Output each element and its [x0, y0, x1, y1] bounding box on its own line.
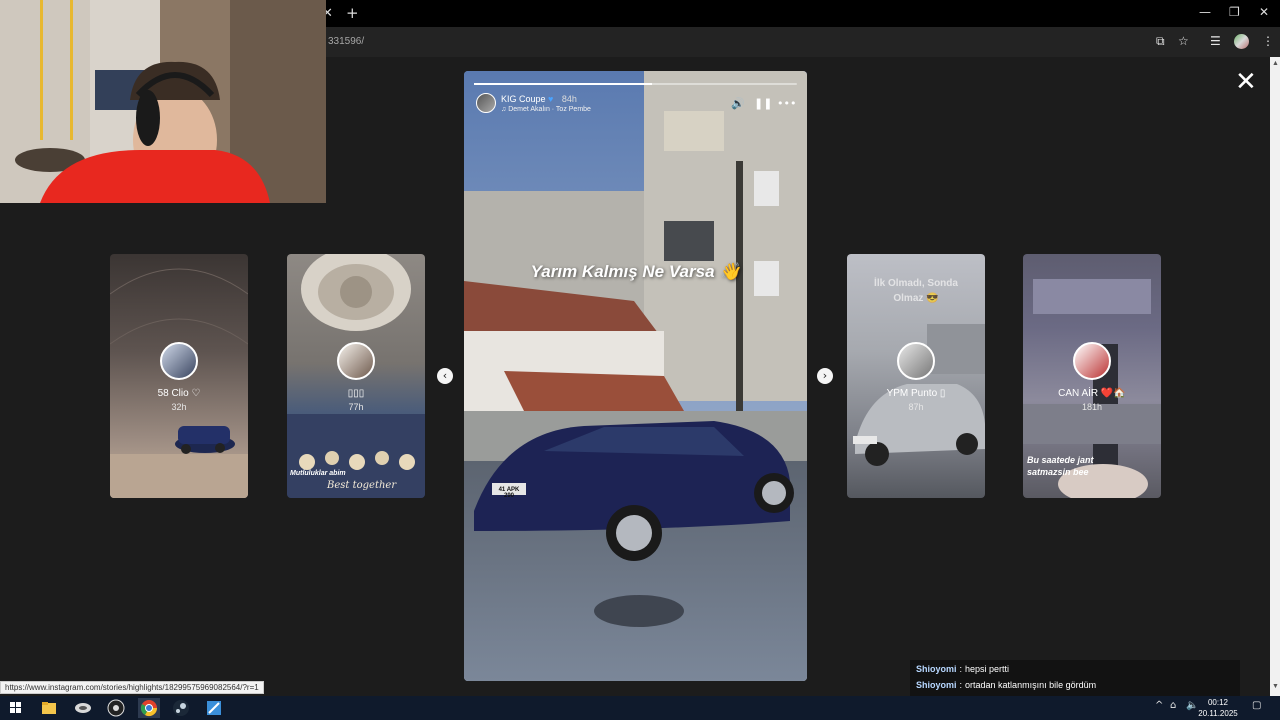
story-music-label: Demet Akalın · Toz Pembe	[508, 106, 591, 113]
stream-chat: Shioyomi: hepsi pertti Shioyomi: ortadan k…	[910, 660, 1240, 696]
steam-icon[interactable]	[170, 698, 192, 718]
previous-story-button[interactable]: ‹	[437, 368, 453, 384]
chat-username: Shioyomi	[916, 664, 957, 674]
obs-icon[interactable]	[105, 698, 127, 718]
new-tab-icon[interactable]: +	[346, 4, 359, 22]
story-music[interactable]: ♫ Demet Akalın · Toz Pembe	[501, 106, 591, 113]
story-card-name: 58 Clio ♡	[157, 388, 201, 399]
story-card-time: 77h	[348, 402, 364, 412]
pause-icon[interactable]: ❚❚	[754, 97, 772, 110]
story-progress-bar	[474, 83, 797, 85]
next-story-button[interactable]: ›	[817, 368, 833, 384]
story-overlay-text: Mutluluklar abim	[290, 470, 346, 477]
verified-heart-icon: ♥	[548, 94, 554, 104]
story-card-time: 87h	[908, 402, 924, 412]
story-overlay-text: İlk Olmadı, Sonda Olmaz 😎	[874, 278, 958, 304]
story-card-name: ▯▯▯	[347, 388, 365, 399]
window-close-icon[interactable]: ✕	[1259, 5, 1269, 19]
more-menu-icon[interactable]: ⋮	[1262, 34, 1274, 48]
avatar	[337, 342, 375, 380]
volume-icon[interactable]: 🔊	[731, 97, 745, 110]
story-overlay-text: Bu saatede jant satmazsin bee	[1027, 455, 1094, 477]
chat-text: hepsi pertti	[965, 664, 1010, 674]
restore-icon[interactable]: ❐	[1229, 5, 1240, 19]
bookmark-star-icon[interactable]: ☆	[1178, 34, 1189, 48]
story-username[interactable]: KIG Coupe	[501, 94, 546, 104]
story-card-58-clio[interactable]: 58 Clio ♡ 32h	[110, 254, 248, 498]
story-card-name: CAN AİR ❤️🏠	[1058, 388, 1126, 399]
street-car-image	[464, 71, 807, 681]
tray-overflow-icon[interactable]: ^	[1155, 700, 1163, 711]
story-header: KIG Coupe ♥ 84h	[501, 94, 577, 104]
media-control-icon[interactable]: ☰	[1210, 34, 1221, 48]
story-caption: Yarım Kalmış Ne Varsa 👋	[530, 262, 741, 281]
file-explorer-icon[interactable]	[38, 698, 60, 718]
chat-separator: :	[959, 680, 963, 690]
main-story[interactable]: KIG Coupe ♥ 84h ♫ Demet Akalın · Toz Pem…	[464, 71, 807, 681]
more-options-icon[interactable]: •••	[777, 97, 796, 110]
chevron-left-icon: ‹	[442, 369, 448, 382]
chat-username: Shioyomi	[916, 680, 957, 690]
story-time: 84h	[561, 94, 577, 104]
story-card-ypm-punto[interactable]: İlk Olmadı, Sonda Olmaz 😎 YPM Punto ▯ 87…	[847, 254, 985, 498]
story-card-time: 32h	[171, 402, 187, 412]
url-text[interactable]: 331596/	[328, 36, 364, 47]
network-icon[interactable]: ⌂	[1170, 700, 1176, 711]
paint-app-icon[interactable]	[203, 698, 225, 718]
story-card-2[interactable]: ▯▯▯ 77h Mutluluklar abim Best together	[287, 254, 425, 498]
minimize-icon[interactable]: —	[1199, 5, 1211, 19]
chrome-icon[interactable]	[138, 698, 160, 718]
scroll-up-icon[interactable]: ▲	[1272, 60, 1279, 67]
clock-date: 20.11.2025	[1198, 709, 1238, 718]
chat-separator: :	[959, 664, 963, 674]
profile-avatar[interactable]	[1234, 34, 1249, 49]
scrollbar[interactable]	[1270, 57, 1280, 696]
app-icon[interactable]	[72, 698, 94, 718]
windows-taskbar: ^ ⌂ 🔈 00:12 20.11.2025 ▢	[0, 696, 1280, 720]
story-progress-fill	[474, 83, 652, 85]
avatar[interactable]	[476, 93, 496, 113]
story-overlay-script: Best together	[327, 480, 397, 491]
close-story-icon[interactable]: ✕	[1235, 69, 1257, 95]
avatar	[897, 342, 935, 380]
story-card-name: YPM Punto ▯	[886, 388, 946, 399]
notifications-icon[interactable]: ▢	[1252, 700, 1261, 711]
story-card-can-air[interactable]: CAN AİR ❤️🏠 181h Bu saatede jant satmazs…	[1023, 254, 1161, 498]
chat-text: ortadan katlanmışını bile gördüm	[965, 680, 1097, 690]
chat-message: Shioyomi: hepsi pertti	[916, 664, 1009, 674]
scroll-down-icon[interactable]: ▼	[1272, 683, 1279, 690]
install-app-icon[interactable]: ⧉	[1156, 34, 1165, 49]
clock-time: 00:12	[1207, 698, 1229, 707]
speaker-icon[interactable]: 🔈	[1186, 700, 1198, 711]
taskbar-clock[interactable]: 00:12 20.11.2025	[1198, 697, 1238, 719]
streamer-webcam-image	[0, 0, 326, 203]
link-status-bar: https://www.instagram.com/stories/highli…	[0, 681, 264, 694]
story-card-time: 181h	[1081, 402, 1103, 412]
chevron-right-icon: ›	[822, 369, 828, 382]
license-plate: 41 APK 290	[498, 487, 520, 499]
avatar	[160, 342, 198, 380]
webcam-overlay	[0, 0, 326, 203]
screen: ▲ ▼ ✕ + — ❐ ✕ 331596/ ⧉ ☆ ☰ ⋮ ✕ 58 Clio …	[0, 0, 1280, 720]
windows-start-icon[interactable]	[5, 698, 27, 718]
avatar	[1073, 342, 1111, 380]
chat-message: Shioyomi: ortadan katlanmışını bile gördü…	[916, 680, 1096, 690]
